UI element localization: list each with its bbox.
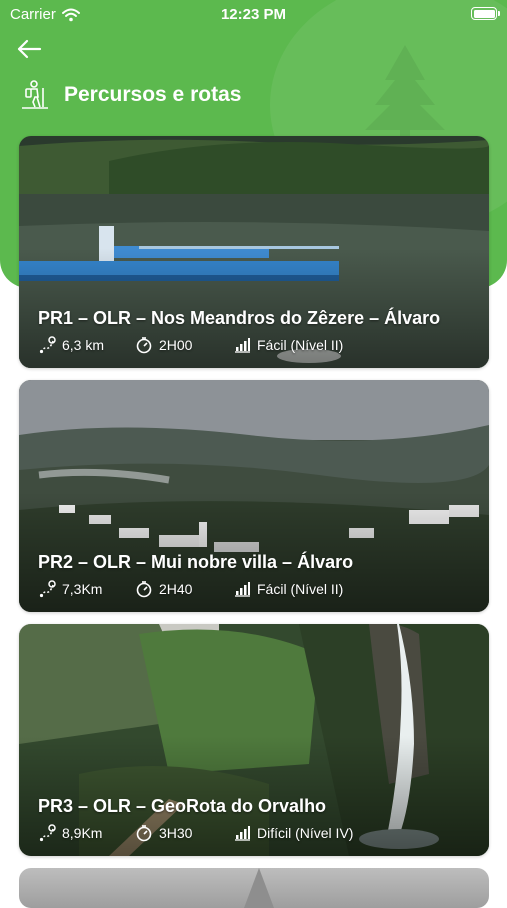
difficulty-item: Fácil (Nível II) bbox=[233, 336, 343, 354]
difficulty-bars-icon bbox=[235, 338, 250, 353]
route-distance-icon bbox=[39, 336, 56, 354]
route-distance: 8,9Km bbox=[62, 825, 103, 841]
difficulty-bars-icon bbox=[235, 826, 250, 841]
route-difficulty: Fácil (Nível II) bbox=[257, 581, 344, 597]
route-meta: 6,3 km 2H00 Fácil (Nível II) bbox=[38, 336, 343, 354]
route-card-2[interactable]: PR2 – OLR – Mui nobre villa – Álvaro 7,3… bbox=[19, 380, 489, 612]
route-title: PR3 – OLR – GeoRota do Orvalho bbox=[38, 796, 327, 816]
difficulty-item: Difícil (Nível IV) bbox=[233, 824, 353, 842]
route-image-partial bbox=[244, 868, 274, 908]
stopwatch-icon bbox=[136, 337, 152, 354]
route-duration: 3H30 bbox=[159, 825, 193, 841]
distance-item: 6,3 km bbox=[38, 336, 135, 354]
stopwatch-icon bbox=[136, 825, 152, 842]
route-difficulty: Difícil (Nível IV) bbox=[257, 825, 354, 841]
route-distance-icon bbox=[39, 824, 56, 842]
hiker-icon bbox=[22, 80, 48, 109]
route-card-3[interactable]: PR3 – OLR – GeoRota do Orvalho 8,9Km 3H3… bbox=[19, 624, 489, 856]
route-title: PR2 – OLR – Mui nobre villa – Álvaro bbox=[38, 552, 354, 572]
status-bar: Carrier 12:23 PM bbox=[0, 0, 507, 28]
route-distance: 7,3Km bbox=[62, 581, 103, 597]
route-card-1[interactable]: PR1 – OLR – Nos Meandros do Zêzere – Álv… bbox=[19, 136, 489, 368]
battery-icon bbox=[471, 7, 500, 20]
route-distance-icon bbox=[39, 580, 56, 598]
duration-item: 2H00 bbox=[135, 336, 233, 354]
stopwatch-icon bbox=[136, 581, 152, 598]
duration-item: 3H30 bbox=[135, 824, 233, 842]
status-time: 12:23 PM bbox=[220, 6, 287, 23]
route-card-4[interactable] bbox=[19, 868, 489, 908]
route-duration: 2H00 bbox=[159, 337, 193, 353]
route-meta: 7,3Km 2H40 Fácil (Nível II) bbox=[38, 580, 343, 598]
distance-item: 8,9Km bbox=[38, 824, 135, 842]
difficulty-bars-icon bbox=[235, 582, 250, 597]
route-duration: 2H40 bbox=[159, 581, 193, 597]
route-title: PR1 – OLR – Nos Meandros do Zêzere – Álv… bbox=[38, 308, 441, 328]
page-title: Percursos e rotas bbox=[64, 83, 242, 106]
route-meta: 8,9Km 3H30 Difícil (Nível IV) bbox=[38, 824, 353, 842]
duration-item: 2H40 bbox=[135, 580, 233, 598]
route-difficulty: Fácil (Nível II) bbox=[257, 337, 344, 353]
back-arrow-icon[interactable] bbox=[14, 36, 44, 62]
distance-item: 7,3Km bbox=[38, 580, 135, 598]
route-distance: 6,3 km bbox=[62, 337, 105, 353]
tree-watermark-icon bbox=[365, 45, 445, 140]
page-header: Percursos e rotas bbox=[20, 80, 241, 110]
difficulty-item: Fácil (Nível II) bbox=[233, 580, 343, 598]
